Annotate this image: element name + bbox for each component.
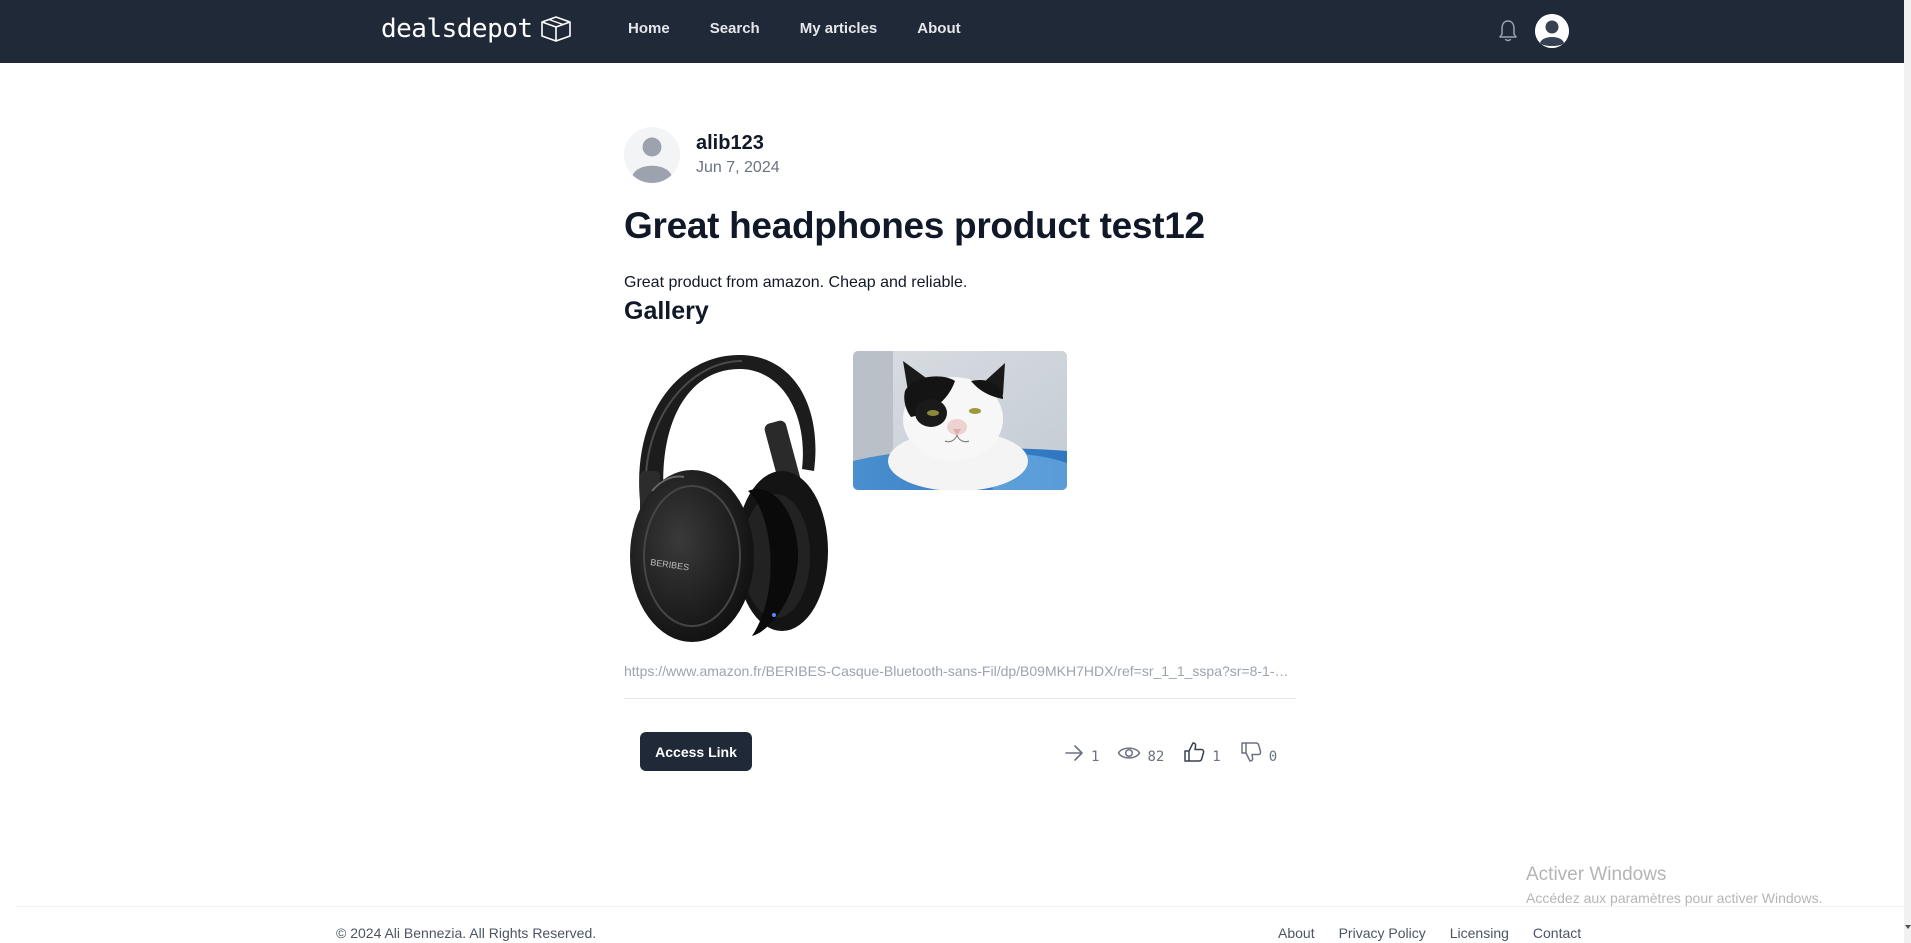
footer-links: About Privacy Policy Licensing Contact [1278, 925, 1581, 941]
page-footer: © 2024 Ali Bennezia. All Rights Reserved… [16, 906, 1904, 943]
top-navbar: dealsdepot Home Search My articles About [0, 0, 1904, 63]
user-avatar-icon[interactable] [1535, 14, 1569, 48]
footer-link-privacy[interactable]: Privacy Policy [1339, 925, 1426, 941]
article-description: Great product from amazon. Cheap and rel… [624, 274, 968, 291]
product-url[interactable]: https://www.amazon.fr/BERIBES-Casque-Blu… [624, 663, 1294, 679]
thumbs-down-icon [1240, 742, 1262, 762]
logo-text: dealsdepot [381, 14, 533, 44]
main-nav: Home Search My articles About [628, 20, 1001, 37]
nav-about[interactable]: About [917, 20, 960, 37]
vertical-scrollbar[interactable] [1904, 0, 1911, 943]
divider [624, 698, 1296, 699]
gallery-heading: Gallery [624, 297, 709, 325]
view-count: 82 [1147, 749, 1165, 765]
author-block: alib123 Jun 7, 2024 [624, 127, 780, 183]
eye-icon [1118, 747, 1141, 759]
logo[interactable]: dealsdepot [381, 14, 573, 44]
headphones-image[interactable]: BERIBES [622, 351, 838, 645]
nav-search[interactable]: Search [710, 20, 760, 37]
nav-home[interactable]: Home [628, 20, 670, 37]
share-stat[interactable]: 1 [1063, 742, 1099, 764]
dislike-count: 0 [1268, 749, 1278, 765]
arrow-right-icon [1065, 745, 1083, 761]
copyright-text: © 2024 Ali Bennezia. All Rights Reserved… [336, 925, 597, 941]
cat-image[interactable] [853, 351, 1067, 490]
author-name[interactable]: alib123 [696, 131, 780, 155]
share-count: 1 [1091, 749, 1100, 765]
footer-link-about[interactable]: About [1278, 925, 1315, 941]
box-icon [540, 16, 571, 42]
activation-watermark-title: Activer Windows [1526, 864, 1667, 885]
article-stats: 1 82 1 0 [1063, 740, 1277, 764]
nav-my-articles[interactable]: My articles [800, 20, 878, 37]
dislike-stat[interactable]: 0 [1239, 740, 1277, 764]
publish-date: Jun 7, 2024 [696, 159, 780, 176]
author-info: alib123 Jun 7, 2024 [696, 131, 780, 179]
like-stat[interactable]: 1 [1182, 740, 1221, 765]
access-link-button[interactable]: Access Link [640, 732, 752, 771]
activation-watermark-subtitle: Accédez aux paramètres pour activer Wind… [1526, 890, 1823, 906]
thumbs-up-icon [1184, 742, 1205, 762]
like-count: 1 [1212, 749, 1221, 765]
footer-link-contact[interactable]: Contact [1533, 925, 1581, 941]
footer-link-licensing[interactable]: Licensing [1450, 925, 1509, 941]
scroll-down-arrow-icon[interactable] [1905, 925, 1911, 929]
view-stat: 82 [1117, 742, 1164, 764]
bell-icon[interactable] [1497, 18, 1519, 44]
article-title: Great headphones product test12 [624, 205, 1205, 246]
author-avatar[interactable] [624, 127, 680, 183]
